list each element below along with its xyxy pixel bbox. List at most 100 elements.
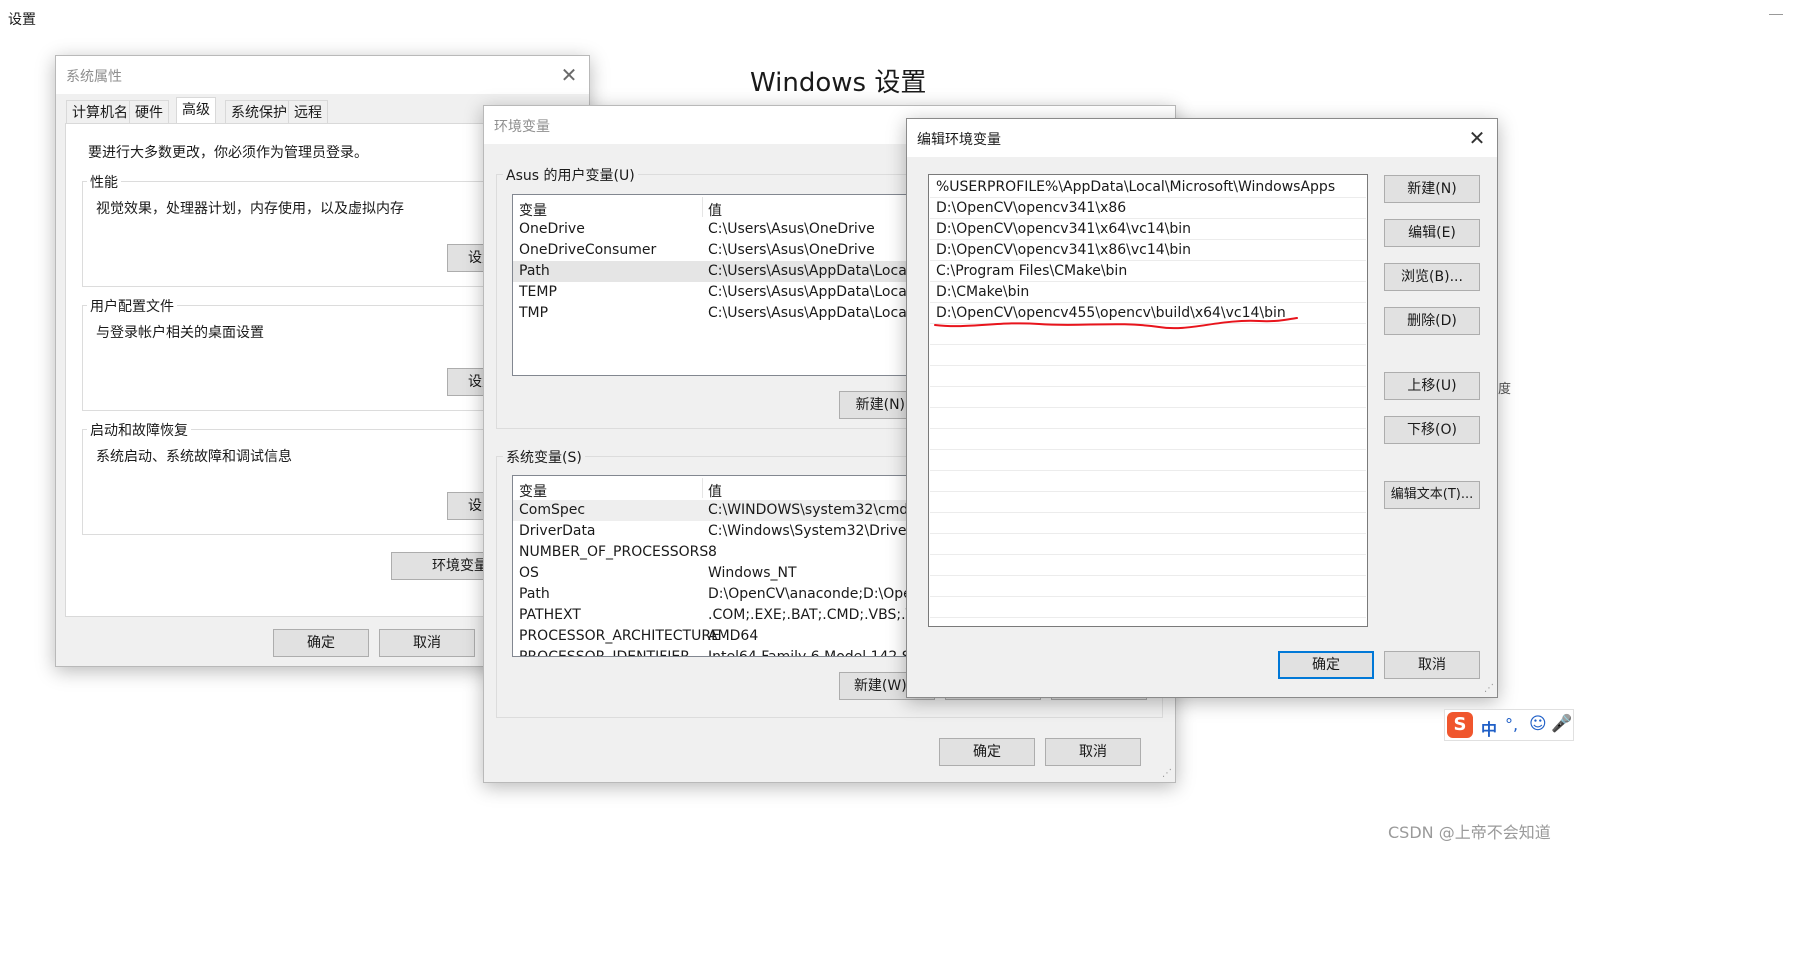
var-name: Path <box>519 263 550 279</box>
settings-main-title: Windows 设置 <box>750 68 927 98</box>
close-icon[interactable]: ✕ <box>1465 126 1489 150</box>
sysprops-ok-button[interactable]: 确定 <box>273 629 369 657</box>
list-item-empty[interactable] <box>930 387 1366 408</box>
var-value: C:\Users\Asus\AppData\Local\T <box>708 305 924 321</box>
ime-punct-toggle[interactable]: °, <box>1505 715 1518 734</box>
sysprops-cancel-button[interactable]: 取消 <box>379 629 475 657</box>
column-header-var[interactable]: 变量 <box>519 200 547 221</box>
var-name: DriverData <box>519 523 596 539</box>
list-item-empty[interactable] <box>930 513 1366 534</box>
delete-entry-button[interactable]: 删除(D) <box>1384 307 1480 335</box>
var-name: TMP <box>519 305 549 321</box>
settings-partial-label: 度 <box>1498 382 1512 397</box>
var-value: C:\WINDOWS\system32\cmd.ex <box>708 502 930 518</box>
editenv-cancel-button[interactable]: 取消 <box>1384 651 1480 679</box>
resize-grip-icon[interactable]: ⋰ <box>1484 684 1494 694</box>
tab-advanced[interactable]: 高级 <box>176 97 216 124</box>
user-profile-desc: 与登录帐户相关的桌面设置 <box>96 325 264 341</box>
env-entries-list[interactable]: %USERPROFILE%\AppData\Local\Microsoft\Wi… <box>928 174 1368 627</box>
var-value: C:\Users\Asus\OneDrive <box>708 242 875 258</box>
var-name: PROCESSOR_ARCHITECTURE <box>519 628 720 644</box>
list-item-empty[interactable] <box>930 597 1366 618</box>
startup-recovery-desc: 系统启动、系统故障和调试信息 <box>96 449 292 465</box>
edit-text-button[interactable]: 编辑文本(T)... <box>1384 481 1480 509</box>
var-name: ComSpec <box>519 502 586 518</box>
list-item-empty[interactable] <box>930 471 1366 492</box>
browse-button[interactable]: 浏览(B)... <box>1384 263 1480 291</box>
envvars-title: 环境变量 <box>494 119 550 135</box>
var-name: NUMBER_OF_PROCESSORS <box>519 544 709 560</box>
list-item-empty[interactable] <box>930 366 1366 387</box>
editenv-titlebar[interactable]: 编辑环境变量 ✕ <box>907 119 1497 157</box>
var-value: Intel64 Family 6 Model 142 St <box>708 649 917 657</box>
tab-hardware[interactable]: 硬件 <box>129 100 169 124</box>
emoji-icon[interactable]: ☺ <box>1529 714 1547 734</box>
move-up-button[interactable]: 上移(U) <box>1384 372 1480 400</box>
ime-lang-toggle[interactable]: 中 <box>1481 716 1497 740</box>
var-value: .COM;.EXE;.BAT;.CMD;.VBS;.VBE <box>708 607 934 623</box>
editenv-title: 编辑环境变量 <box>917 132 1001 148</box>
performance-desc: 视觉效果，处理器计划，内存使用，以及虚拟内存 <box>96 201 404 217</box>
list-item-empty[interactable] <box>930 492 1366 513</box>
column-header-var[interactable]: 变量 <box>519 481 547 502</box>
list-item[interactable]: C:\Program Files\CMake\bin <box>930 261 1366 282</box>
system-variables-label: 系统变量(S) <box>503 447 585 467</box>
tab-remote[interactable]: 远程 <box>288 100 328 124</box>
move-down-button[interactable]: 下移(O) <box>1384 416 1480 444</box>
var-name: OS <box>519 565 539 581</box>
admin-note: 要进行大多数更改，你必须作为管理员登录。 <box>88 145 368 161</box>
sysprops-titlebar[interactable]: 系统属性 ✕ <box>56 56 589 94</box>
var-value: C:\Windows\System32\Drivers\ <box>708 523 925 539</box>
new-entry-button[interactable]: 新建(N) <box>1384 175 1480 203</box>
list-item[interactable]: D:\OpenCV\opencv341\x86\vc14\bin <box>930 240 1366 261</box>
envvars-ok-button[interactable]: 确定 <box>939 738 1035 766</box>
user-profile-label: 用户配置文件 <box>87 296 177 316</box>
user-variables-label: Asus 的用户变量(U) <box>503 165 638 185</box>
resize-grip-icon[interactable]: ⋰ <box>1162 769 1172 779</box>
var-value: AMD64 <box>708 628 759 644</box>
red-underline-annotation <box>934 317 1298 330</box>
list-item[interactable]: %USERPROFILE%\AppData\Local\Microsoft\Wi… <box>930 177 1366 198</box>
var-name: TEMP <box>519 284 557 300</box>
list-item[interactable]: D:\OpenCV\opencv341\x86 <box>930 198 1366 219</box>
var-value: Windows_NT <box>708 565 797 581</box>
list-item-empty[interactable] <box>930 429 1366 450</box>
column-divider <box>702 478 703 498</box>
ime-toolbar[interactable]: S 中 °, ☺ 🎤 <box>1444 709 1574 741</box>
var-name: OneDriveConsumer <box>519 242 657 258</box>
var-value: C:\Users\Asus\OneDrive <box>708 221 875 237</box>
var-name: PROCESSOR_IDENTIFIER <box>519 649 690 657</box>
tab-system-protection[interactable]: 系统保护 <box>225 100 293 124</box>
minimize-icon[interactable] <box>1769 14 1783 15</box>
list-item-empty[interactable] <box>930 576 1366 597</box>
sogou-logo-icon[interactable]: S <box>1447 712 1473 738</box>
editenv-ok-button[interactable]: 确定 <box>1278 651 1374 679</box>
list-item[interactable]: D:\OpenCV\opencv341\x64\vc14\bin <box>930 219 1366 240</box>
var-value: 8 <box>708 544 717 560</box>
edit-entry-button[interactable]: 编辑(E) <box>1384 219 1480 247</box>
list-item-empty[interactable] <box>930 555 1366 576</box>
microphone-icon[interactable]: 🎤 <box>1551 714 1572 734</box>
list-item-empty[interactable] <box>930 450 1366 471</box>
edit-env-variable-window: 编辑环境变量 ✕ %USERPROFILE%\AppData\Local\Mic… <box>906 118 1498 698</box>
var-value: C:\Users\Asus\AppData\Local\T <box>708 284 924 300</box>
column-header-val[interactable]: 值 <box>708 481 722 502</box>
startup-recovery-label: 启动和故障恢复 <box>87 420 191 440</box>
csdn-watermark: CSDN @上帝不会知道 <box>1388 823 1551 842</box>
column-header-val[interactable]: 值 <box>708 200 722 221</box>
list-item-empty[interactable] <box>930 345 1366 366</box>
envvars-cancel-button[interactable]: 取消 <box>1045 738 1141 766</box>
list-item-empty[interactable] <box>930 534 1366 555</box>
var-value: D:\OpenCV\anaconde;D:\OpenC <box>708 586 931 602</box>
var-value: C:\Users\Asus\AppData\Local\M <box>708 263 928 279</box>
list-item[interactable]: D:\CMake\bin <box>930 282 1366 303</box>
var-name: OneDrive <box>519 221 585 237</box>
performance-label: 性能 <box>87 172 121 192</box>
sysprops-title: 系统属性 <box>66 69 122 85</box>
close-icon[interactable]: ✕ <box>557 63 581 87</box>
tab-computer-name[interactable]: 计算机名 <box>66 100 134 124</box>
var-name: Path <box>519 586 550 602</box>
list-item-empty[interactable] <box>930 408 1366 429</box>
settings-app-title: 设置 <box>8 12 36 28</box>
column-divider <box>702 197 703 217</box>
